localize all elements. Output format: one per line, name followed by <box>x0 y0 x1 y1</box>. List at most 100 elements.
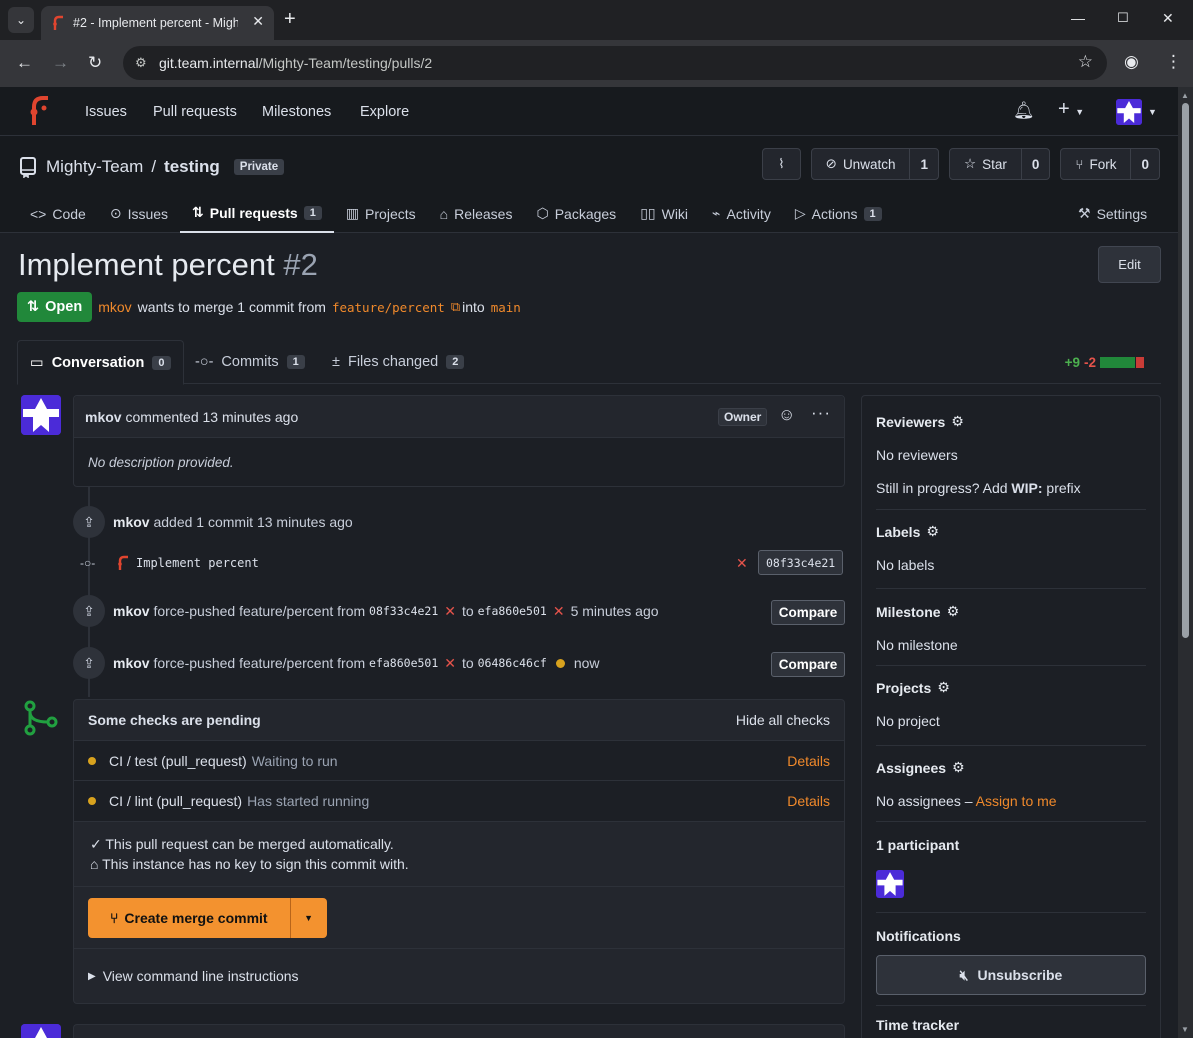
nav-explore[interactable]: Explore <box>360 104 409 120</box>
event-author[interactable]: mkov <box>113 514 150 530</box>
notifications-bell-icon[interactable]: 🔔︎ <box>1013 101 1035 121</box>
compare-button[interactable]: Compare <box>771 600 845 625</box>
tab-activity[interactable]: ⌁ Activity <box>700 194 783 233</box>
avatar[interactable] <box>21 395 61 435</box>
repo-owner-link[interactable]: Mighty-Team <box>46 157 143 177</box>
rss-button[interactable]: ⌇ <box>762 148 801 180</box>
nav-issues[interactable]: Issues <box>85 104 127 120</box>
tab-commits[interactable]: -○- Commits 1 <box>183 340 317 384</box>
profile-icon[interactable]: ◉ <box>1124 52 1139 72</box>
cli-label: View command line instructions <box>102 968 299 984</box>
star-count[interactable]: 0 <box>1020 149 1050 179</box>
tab-pull-requests[interactable]: ⇅ Pull requests 1 <box>180 194 334 233</box>
forward-icon[interactable]: → <box>52 53 69 73</box>
from-sha[interactable]: efa860e501 <box>369 656 438 670</box>
head-branch-link[interactable]: feature/percent <box>332 300 445 315</box>
hide-checks-link[interactable]: Hide all checks <box>736 712 830 728</box>
more-options-icon[interactable]: ··· <box>811 403 831 423</box>
from-sha[interactable]: 08f33c4e21 <box>369 604 438 618</box>
comment-author[interactable]: mkov <box>85 409 122 425</box>
compare-button[interactable]: Compare <box>771 652 845 677</box>
site-info-icon[interactable]: ⚙ <box>135 55 147 71</box>
bookmark-star-icon[interactable]: ☆ <box>1078 52 1093 72</box>
tab-title: #2 - Implement percent - Mighty-Team/tes… <box>73 16 238 30</box>
commit-sha-button[interactable]: 08f33c4e21 <box>758 550 844 575</box>
tab-settings[interactable]: ⚒ Settings <box>1078 194 1147 233</box>
copy-icon[interactable]: ⧉ <box>451 299 460 315</box>
reaction-icon[interactable]: ☺ <box>778 405 795 425</box>
nav-pull-requests[interactable]: Pull requests <box>153 104 237 120</box>
repo-push-icon: ⇪ <box>73 595 105 627</box>
tab-projects[interactable]: ▥ Projects <box>334 194 428 233</box>
create-new-icon[interactable]: + ▼ <box>1058 98 1084 121</box>
fork-button[interactable]: ⑂ Fork 0 <box>1060 148 1160 180</box>
user-menu-caret-icon[interactable]: ▼ <box>1148 107 1157 117</box>
gear-icon[interactable]: ⚙ <box>951 413 964 430</box>
star-button[interactable]: ☆ Star 0 <box>948 148 1051 180</box>
pr-author-link[interactable]: mkov <box>98 299 131 315</box>
commit-message[interactable]: Implement percent <box>136 556 259 570</box>
close-window-icon[interactable]: ✕ <box>1162 10 1174 27</box>
event-author[interactable]: mkov <box>113 603 150 619</box>
gear-icon[interactable]: ⚙ <box>947 603 960 620</box>
reload-icon[interactable]: ↻ <box>88 53 102 73</box>
create-merge-commit-button[interactable]: ⑂ Create merge commit <box>88 897 290 938</box>
event-author[interactable]: mkov <box>113 655 150 671</box>
tab-code[interactable]: <> Code <box>18 194 98 233</box>
back-icon[interactable]: ← <box>16 53 33 73</box>
to-sha[interactable]: efa860e501 <box>478 604 547 618</box>
failed-status-icon[interactable]: ✕ <box>553 603 565 620</box>
nav-milestones[interactable]: Milestones <box>262 104 331 120</box>
tab-files-changed[interactable]: ± Files changed 2 <box>320 340 476 384</box>
merge-icon: ⑂ <box>110 909 119 926</box>
unsubscribe-button[interactable]: 🔇︎ Unsubscribe <box>876 955 1146 995</box>
address-bar[interactable]: ⚙ git.team.internal/Mighty-Team/testing/… <box>123 46 1107 80</box>
scroll-thumb[interactable] <box>1182 103 1189 638</box>
participant-avatar[interactable] <box>876 870 904 898</box>
fork-count[interactable]: 0 <box>1130 149 1159 179</box>
tab-settings-label: Settings <box>1096 205 1148 222</box>
assignees-value: No assignees – Assign to me <box>876 793 1146 809</box>
divider <box>876 912 1146 913</box>
tab-close-icon[interactable]: ✕ <box>252 13 264 30</box>
logo-icon[interactable] <box>28 95 50 127</box>
tab-actions[interactable]: ▷ Actions 1 <box>783 194 894 233</box>
browser-menu-icon[interactable]: ⋮ <box>1165 52 1182 72</box>
tab-search-button[interactable]: ⌄ <box>8 7 34 33</box>
repo-name-link[interactable]: testing <box>164 157 220 177</box>
tab-wiki[interactable]: ▯▯ Wiki <box>628 194 700 233</box>
pending-status-icon <box>88 797 96 805</box>
scroll-down-icon[interactable]: ▼ <box>1181 1025 1189 1034</box>
minimize-icon[interactable]: — <box>1071 10 1085 26</box>
tab-issues[interactable]: ⊙ Issues <box>98 194 180 233</box>
base-branch-link[interactable]: main <box>491 300 521 315</box>
scroll-up-icon[interactable]: ▲ <box>1181 91 1189 100</box>
failed-status-icon[interactable]: ✕ <box>444 655 456 672</box>
tab-conversation[interactable]: ▭ Conversation 0 <box>17 340 184 385</box>
tab-releases[interactable]: ⌂ Releases <box>428 194 525 233</box>
edit-button[interactable]: Edit <box>1098 246 1161 283</box>
gear-icon[interactable]: ⚙ <box>926 523 939 540</box>
wip-bold[interactable]: WIP: <box>1011 480 1042 496</box>
tab-packages[interactable]: ⬡ Packages <box>524 194 628 233</box>
commit-sha: 08f33c4e21 <box>766 555 836 570</box>
unwatch-button[interactable]: ⊘ Unwatch 1 <box>810 148 939 180</box>
gear-icon[interactable]: ⚙ <box>937 679 950 696</box>
avatar[interactable] <box>21 1024 61 1038</box>
to-sha[interactable]: 06486c46cf <box>478 656 547 670</box>
user-avatar[interactable] <box>1116 99 1142 125</box>
pending-status-icon[interactable] <box>555 658 565 668</box>
maximize-icon[interactable]: ☐ <box>1117 10 1129 26</box>
check-details-link[interactable]: Details <box>787 793 830 809</box>
check-details-link[interactable]: Details <box>787 753 830 769</box>
watch-count[interactable]: 1 <box>909 149 938 179</box>
failed-status-icon[interactable]: ✕ <box>736 555 748 572</box>
assign-to-me-link[interactable]: Assign to me <box>976 793 1057 809</box>
cli-instructions[interactable]: ▶ View command line instructions <box>74 949 844 1003</box>
failed-status-icon[interactable]: ✕ <box>444 603 456 620</box>
new-tab-icon[interactable]: + <box>284 9 296 29</box>
page-scrollbar[interactable]: ▲ ▼ <box>1178 87 1193 1038</box>
gear-icon[interactable]: ⚙ <box>952 759 965 776</box>
merge-options-dropdown[interactable]: ▼ <box>289 897 327 938</box>
browser-tab[interactable]: #2 - Implement percent - Mighty-Team/tes… <box>41 6 274 40</box>
